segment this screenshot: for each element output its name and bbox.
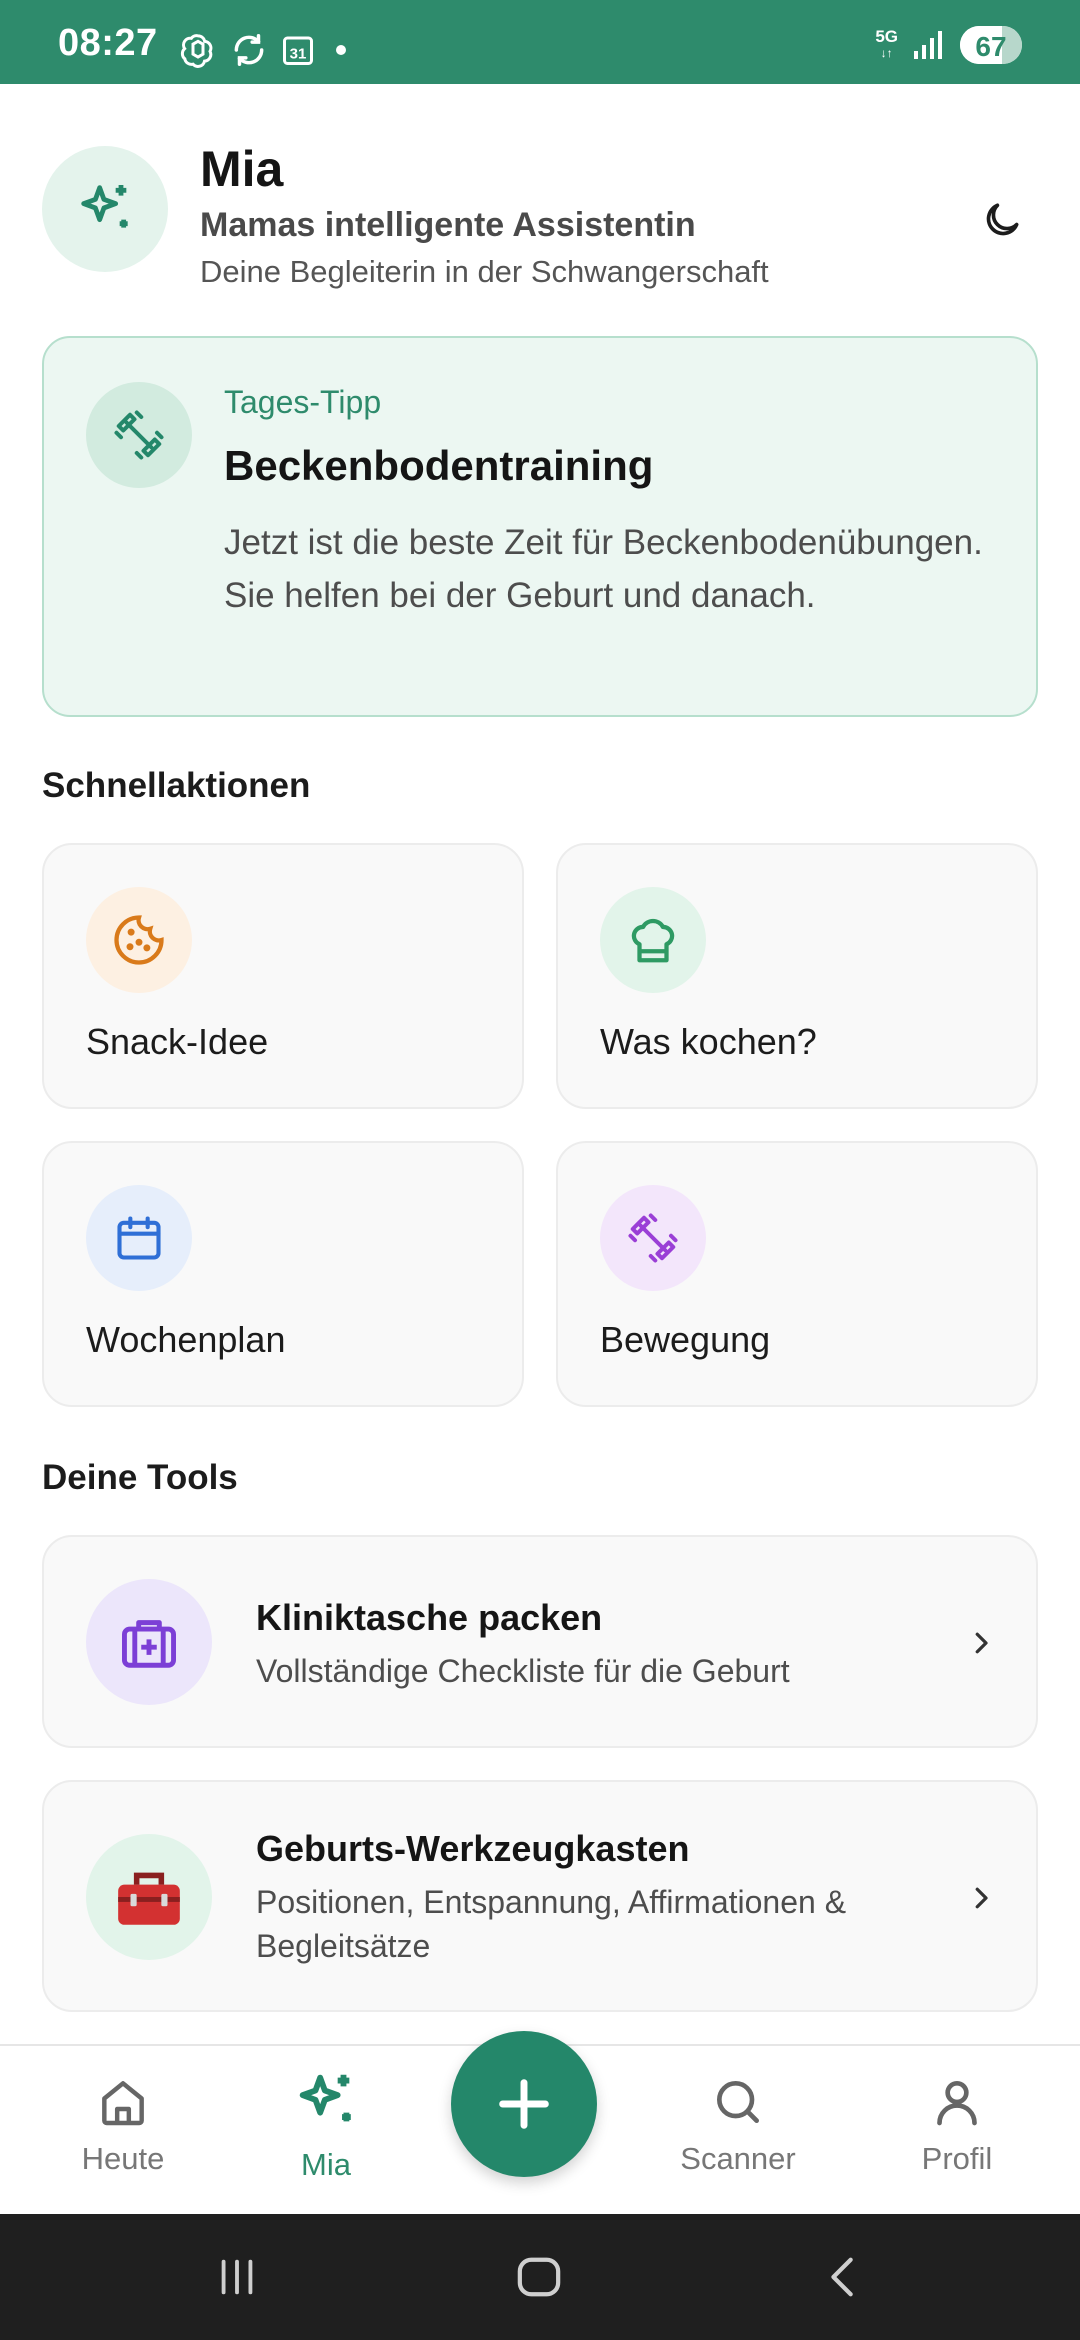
tool-hospital-bag[interactable]: Kliniktasche packen Vollständige Checkli… — [42, 1535, 1038, 1748]
quick-action-exercise[interactable]: Bewegung — [556, 1141, 1038, 1407]
tool-title: Kliniktasche packen — [256, 1597, 603, 1638]
status-time: 08:27 — [58, 22, 158, 64]
nav-label: Mia — [301, 2147, 351, 2182]
home-icon — [102, 2081, 144, 2126]
home-button-icon[interactable] — [514, 2254, 564, 2300]
network-type: 5G — [875, 27, 898, 46]
quick-action-what-to-cook[interactable]: Was kochen? — [556, 843, 1038, 1109]
quick-action-icon-circle — [86, 887, 192, 993]
chatgpt-icon — [180, 34, 213, 68]
tool-birth-toolbox[interactable]: Geburts-Werkzeugkasten Positionen, Entsp… — [42, 1780, 1038, 2012]
quick-action-week-plan[interactable]: Wochenplan — [42, 1141, 524, 1407]
quick-action-icon-circle — [600, 1185, 706, 1291]
quick-action-icon-circle — [600, 887, 706, 993]
status-system-icons: 5G ↓↑ 67 — [875, 26, 1022, 64]
nav-item-scanner[interactable]: Scanner — [648, 2074, 828, 2177]
sync-icon — [234, 34, 264, 66]
nav-item-today[interactable]: Heute — [33, 2074, 213, 2177]
quick-action-label: Bewegung — [600, 1319, 771, 1360]
calendar-status-icon: 31 — [283, 36, 313, 65]
moon-icon — [986, 203, 1019, 236]
page-title: Mia — [200, 141, 284, 197]
chef-hat-icon — [631, 918, 675, 963]
chevron-right-icon — [975, 1887, 988, 1909]
status-notification-icons: 31 — [178, 30, 346, 70]
nav-label: Heute — [81, 2141, 165, 2176]
page-subtitle: Mamas intelligente Assistentin — [200, 206, 696, 244]
tip-icon-circle — [86, 382, 192, 488]
system-navigation-bar — [0, 2214, 1080, 2340]
tool-icon-circle — [86, 1579, 212, 1705]
calendar-icon — [117, 1216, 161, 1260]
dumbbell-icon — [628, 1213, 678, 1263]
tools-heading: Deine Tools — [42, 1458, 238, 1497]
app-header: Mia Mamas intelligente Assistentin Deine… — [42, 140, 1038, 300]
add-button[interactable] — [451, 2031, 597, 2177]
medical-bag-icon — [122, 1620, 176, 1668]
mia-avatar — [42, 146, 168, 272]
quick-action-label: Wochenplan — [86, 1319, 286, 1360]
battery-icon: 67 — [960, 26, 1022, 64]
page-tagline: Deine Begleiterin in der Schwangerschaft — [200, 254, 769, 289]
tool-icon-circle — [86, 1834, 212, 1960]
quick-action-label: Was kochen? — [600, 1021, 817, 1062]
notification-dot — [336, 45, 346, 55]
quick-action-icon-circle — [86, 1185, 192, 1291]
cookie-icon — [114, 915, 164, 965]
search-icon — [717, 2081, 759, 2123]
sparkles-icon — [81, 185, 128, 228]
dumbbell-icon — [114, 410, 164, 460]
chevron-right-icon — [975, 1632, 988, 1654]
tool-subtitle: Positionen, Entspannung, Affirmationen &… — [256, 1884, 847, 1964]
tool-title: Geburts-Werkzeugkasten — [256, 1828, 690, 1869]
quick-action-label: Snack-Idee — [86, 1021, 269, 1062]
quick-actions-heading: Schnellaktionen — [42, 766, 311, 805]
recent-apps-icon[interactable] — [214, 2254, 260, 2300]
daily-tip-card[interactable]: Tages-Tipp Beckenbodentraining Jetzt ist… — [42, 336, 1038, 717]
tip-label: Tages-Tipp — [224, 384, 382, 420]
plus-icon — [499, 2079, 549, 2129]
quick-action-snack-idea[interactable]: Snack-Idee — [42, 843, 524, 1109]
back-icon[interactable] — [820, 2254, 866, 2300]
status-bar: 08:27 31 5G ↓↑ 67 — [0, 0, 1080, 84]
battery-level: 67 — [975, 31, 1007, 62]
user-icon — [937, 2081, 977, 2126]
sparkles-icon — [299, 2074, 351, 2122]
nav-item-mia[interactable]: Mia — [236, 2066, 416, 2183]
nav-item-profile[interactable]: Profil — [867, 2074, 1047, 2177]
dark-mode-toggle[interactable] — [966, 184, 1038, 256]
signal-icon — [914, 31, 942, 59]
tip-text: Jetzt ist die beste Zeit für Beckenboden… — [224, 523, 983, 615]
toolbox-icon — [118, 1872, 180, 1925]
nav-label: Profil — [921, 2141, 993, 2176]
network-5g-icon: 5G ↓↑ — [875, 27, 898, 60]
tip-title: Beckenbodentraining — [224, 442, 654, 489]
calendar-day-text: 31 — [290, 45, 307, 62]
tool-subtitle: Vollständige Checkliste für die Geburt — [256, 1653, 790, 1689]
nav-label: Scanner — [680, 2141, 796, 2176]
